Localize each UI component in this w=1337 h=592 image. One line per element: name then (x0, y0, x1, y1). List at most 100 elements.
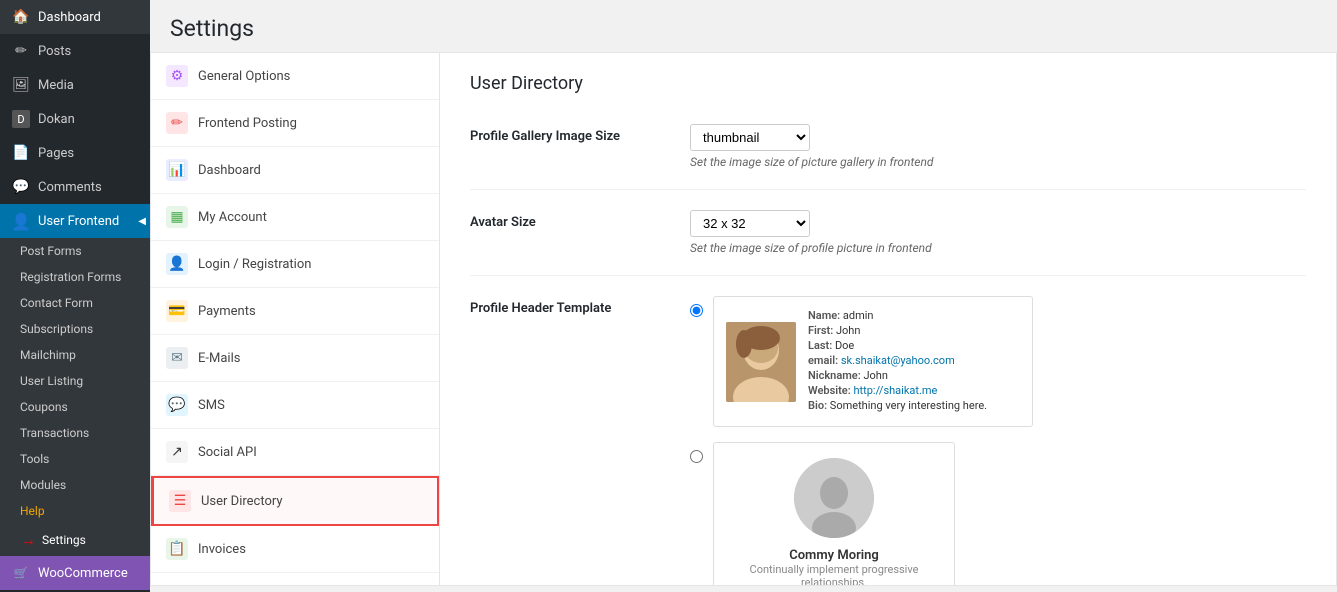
sidebar-item-dashboard[interactable]: 🏠 Dashboard (0, 0, 150, 34)
sidebar-item-pages[interactable]: 📄 Pages (0, 136, 150, 170)
sidebar-sub-post-forms[interactable]: Post Forms (0, 238, 150, 264)
template1-website-row: Website: http://shaikat.me (808, 384, 987, 397)
template1-first-row: First: John (808, 324, 987, 337)
settings-menu-label-login: Login / Registration (198, 257, 311, 272)
sidebar-label-woocommerce: WooCommerce (38, 566, 128, 581)
settings-menu-label-sms: SMS (198, 398, 225, 413)
profile-gallery-hint: Set the image size of picture gallery in… (690, 155, 1306, 169)
template1-first-label: First: (808, 324, 833, 337)
template2-card[interactable]: Commy Moring Continually implement progr… (713, 442, 955, 586)
settings-menu-label-invoices: Invoices (198, 542, 246, 557)
template1-bio-value: Something very interesting here. (830, 399, 987, 412)
sidebar-sub-modules[interactable]: Modules (0, 472, 150, 498)
template1-email-row: email: sk.shaikat@yahoo.com (808, 354, 987, 367)
template1-radio[interactable] (690, 304, 703, 317)
settings-menu-label-user-directory: User Directory (201, 494, 283, 509)
profile-gallery-dropdown[interactable]: thumbnail medium large full (690, 124, 810, 151)
settings-menu-user-directory[interactable]: ☰ User Directory (151, 476, 439, 526)
profile-gallery-control: thumbnail medium large full Set the imag… (690, 124, 1306, 169)
settings-menu-dashboard[interactable]: 📊 Dashboard (151, 147, 439, 194)
sidebar-label-pages: Pages (38, 146, 74, 161)
settings-menu-invoices[interactable]: 📋 Invoices (151, 526, 439, 573)
template1-first-value: John (836, 324, 860, 337)
settings-menu-label-email: E-Mails (198, 351, 240, 366)
media-icon: 🖼 (12, 76, 30, 94)
sidebar-item-woocommerce[interactable]: 🛒 WooCommerce (0, 556, 150, 590)
sidebar-label-user-frontend: User Frontend (38, 214, 119, 229)
page-title: Settings (170, 15, 1317, 42)
template1-nickname-value: John (863, 369, 887, 382)
sidebar-item-dokan[interactable]: D Dokan (0, 102, 150, 136)
settings-menu-emails[interactable]: ✉ E-Mails (151, 335, 439, 382)
settings-menu-label-social: Social API (198, 445, 257, 460)
sidebar-sub-transactions[interactable]: Transactions (0, 420, 150, 446)
comments-icon: 💬 (12, 178, 30, 196)
sidebar-label-media: Media (38, 78, 74, 93)
page-header: Settings (150, 0, 1337, 52)
section-title: User Directory (470, 73, 1306, 104)
payments-icon: 💳 (166, 300, 188, 322)
template1-bio-row: Bio: Something very interesting here. (808, 399, 987, 412)
sidebar-sub-user-listing[interactable]: User Listing (0, 368, 150, 394)
template2-bio: Continually implement progressive relati… (744, 563, 924, 586)
template1-card[interactable]: Name: admin First: John Last: Doe (713, 296, 1033, 427)
settings-menu-payments[interactable]: 💳 Payments (151, 288, 439, 335)
sidebar-sub-help[interactable]: Help (0, 498, 150, 524)
posts-icon: ✏ (12, 42, 30, 60)
settings-menu-label-account: My Account (198, 210, 267, 225)
sidebar-sub-tools[interactable]: Tools (0, 446, 150, 472)
template1-last-label: Last: (808, 339, 832, 352)
profile-gallery-label: Profile Gallery Image Size (470, 124, 690, 144)
sidebar-item-media[interactable]: 🖼 Media (0, 68, 150, 102)
avatar-size-row: Avatar Size 32 x 32 64 x 64 96 x 96 128 … (470, 210, 1306, 276)
settings-arrow-icon: → (20, 530, 36, 550)
dokan-icon: D (12, 110, 30, 128)
settings-menu-social-api[interactable]: ↗ Social API (151, 429, 439, 476)
avatar-size-control: 32 x 32 64 x 64 96 x 96 128 x 128 Set th… (690, 210, 1306, 255)
sidebar-sub-subscriptions[interactable]: Subscriptions (0, 316, 150, 342)
settings-menu-sms[interactable]: 💬 SMS (151, 382, 439, 429)
my-account-icon: ▦ (166, 206, 188, 228)
settings-menu-label-dashboard: Dashboard (198, 163, 261, 178)
settings-menu-frontend-posting[interactable]: ✏ Frontend Posting (151, 100, 439, 147)
sidebar-sub-mailchimp[interactable]: Mailchimp (0, 342, 150, 368)
sidebar-item-user-frontend[interactable]: 👤 User Frontend ◀ (0, 204, 150, 238)
settings-menu-my-account[interactable]: ▦ My Account (151, 194, 439, 241)
settings-menu-general-options[interactable]: ⚙ General Options (151, 53, 439, 100)
email-icon: ✉ (166, 347, 188, 369)
content-area: ⚙ General Options ✏ Frontend Posting 📊 D… (150, 52, 1337, 586)
template1-name-value: admin (843, 309, 874, 322)
sidebar-sub-contact-form[interactable]: Contact Form (0, 290, 150, 316)
template1-nickname-row: Nickname: John (808, 369, 987, 382)
frontend-posting-icon: ✏ (166, 112, 188, 134)
sidebar-sub-coupons[interactable]: Coupons (0, 394, 150, 420)
template2-avatar (794, 458, 874, 538)
template2-avatar-svg (794, 458, 874, 538)
settings-menu-label-general: General Options (198, 69, 290, 84)
profile-header-control: Name: admin First: John Last: Doe (690, 296, 1306, 586)
sidebar-item-posts[interactable]: ✏ Posts (0, 34, 150, 68)
template1-name-row: Name: admin (808, 309, 987, 322)
profile-header-label: Profile Header Template (470, 296, 690, 316)
sidebar-sub-registration-forms[interactable]: Registration Forms (0, 264, 150, 290)
sidebar-sub-settings[interactable]: → Settings (0, 524, 150, 556)
sidebar-item-comments[interactable]: 💬 Comments (0, 170, 150, 204)
sidebar-label-dashboard: Dashboard (38, 10, 101, 25)
avatar-size-hint: Set the image size of profile picture in… (690, 241, 1306, 255)
dashboard-settings-icon: 📊 (166, 159, 188, 181)
settings-sidebar: ⚙ General Options ✏ Frontend Posting 📊 D… (150, 52, 440, 586)
sidebar-sub-settings-label: Settings (42, 533, 86, 547)
template1-email-label: email: (808, 354, 838, 367)
woocommerce-icon: 🛒 (12, 564, 30, 582)
dashboard-icon: 🏠 (12, 8, 30, 26)
settings-menu-login-registration[interactable]: 👤 Login / Registration (151, 241, 439, 288)
template1-avatar (726, 322, 796, 402)
login-icon: 👤 (166, 253, 188, 275)
settings-menu-label-payments: Payments (198, 304, 256, 319)
template2-radio[interactable] (690, 450, 703, 463)
avatar-size-dropdown[interactable]: 32 x 32 64 x 64 96 x 96 128 x 128 (690, 210, 810, 237)
user-directory-icon: ☰ (169, 490, 191, 512)
template1-last-row: Last: Doe (808, 339, 987, 352)
template1-name-label: Name: (808, 309, 840, 322)
sidebar-label-comments: Comments (38, 180, 102, 195)
